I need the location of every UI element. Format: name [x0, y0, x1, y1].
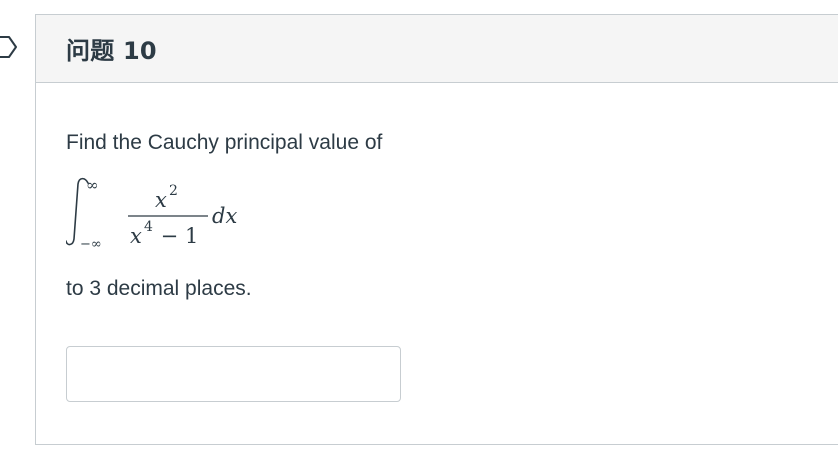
question-suffix: to 3 decimal places. — [66, 277, 252, 300]
question-card: 问题 10 Find the Cauchy principal value of… — [35, 14, 838, 445]
numerator-exponent: 2 — [169, 183, 178, 199]
integral-formula: ∞ −∞ x 2 x 4 − 1 dx — [66, 176, 237, 252]
quiz-page: 问题 10 Find the Cauchy principal value of… — [0, 0, 838, 460]
denominator-base: x — [130, 224, 142, 248]
differential: dx — [212, 204, 237, 228]
question-body: Find the Cauchy principal value of ∞ −∞ … — [66, 83, 818, 444]
answer-input[interactable] — [66, 346, 401, 402]
flag-question-icon[interactable] — [0, 35, 22, 59]
question-title: 问题 10 — [66, 37, 157, 65]
upper-limit: ∞ — [86, 176, 99, 194]
lower-limit: −∞ — [80, 237, 102, 252]
integral-sign — [66, 177, 89, 246]
question-prompt: Find the Cauchy principal value of — [66, 131, 383, 154]
numerator-base: x — [155, 188, 167, 212]
denominator-rest: − 1 — [154, 224, 198, 248]
question-header: 问题 10 — [36, 15, 838, 83]
denominator-exponent: 4 — [144, 219, 153, 235]
